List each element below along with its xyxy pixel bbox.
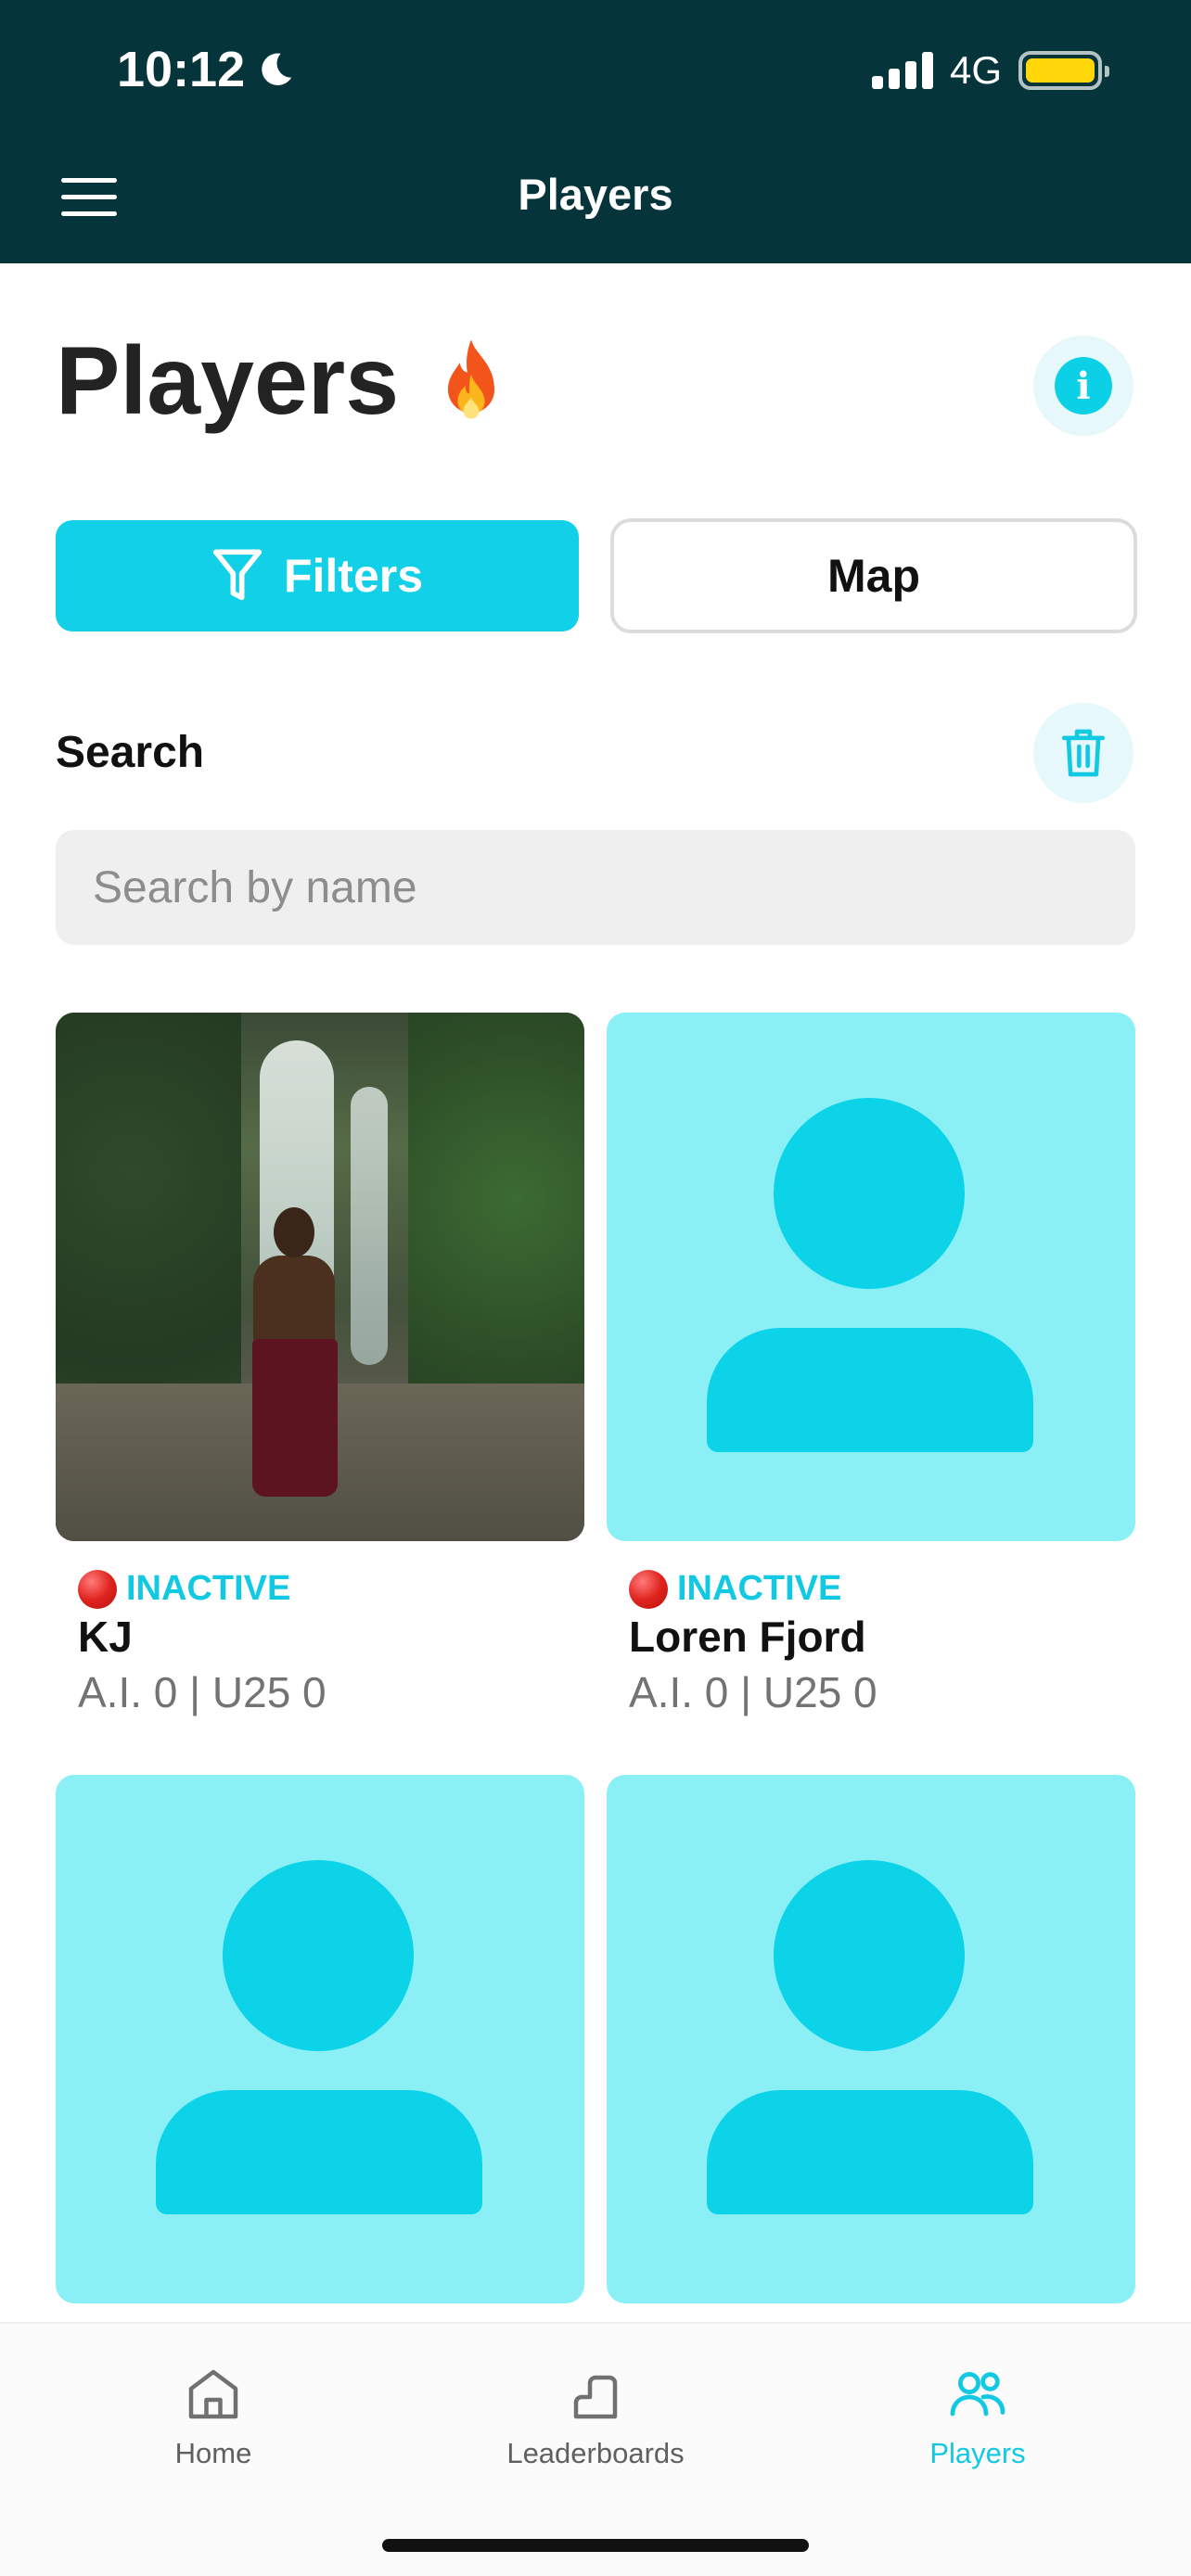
home-indicator[interactable] [382, 2539, 809, 2552]
person-icon-head [223, 1860, 414, 2051]
red-circle-icon [78, 1569, 117, 1609]
player-stats: A.I. 0 | U25 0 [78, 1668, 327, 1716]
users-icon [950, 2372, 1005, 2417]
fire-icon [448, 338, 495, 419]
player-name: Loren Fjord [629, 1613, 866, 1661]
filters-button[interactable]: Filters [56, 520, 579, 631]
stairs-icon [573, 2375, 618, 2419]
search-label: Search [56, 728, 205, 777]
bottom-tab-bar: Home Leaderboards Players [0, 2322, 1191, 2576]
filter-icon [212, 549, 263, 601]
red-circle-icon [629, 1569, 668, 1609]
player-card[interactable] [56, 1775, 584, 2303]
signal-icon [871, 52, 933, 89]
avatar-placeholder [607, 1775, 1135, 2303]
map-button[interactable]: Map [610, 518, 1137, 633]
tab-home-label: Home [174, 2437, 252, 2469]
person-icon-body [707, 2090, 1033, 2214]
avatar-placeholder [607, 1013, 1135, 1541]
person-icon-head [774, 1098, 965, 1289]
tab-leaderboards[interactable]: Leaderboards [456, 2361, 735, 2470]
tab-players[interactable]: Players [839, 2361, 1117, 2470]
avatar-placeholder [56, 1775, 584, 2303]
player-card[interactable]: INACTIVE KJ A.I. 0 | U25 0 [56, 1013, 584, 1716]
network-label: 4G [949, 48, 1002, 92]
player-status-text: INACTIVE [126, 1569, 291, 1608]
person-icon-head [774, 1860, 965, 2051]
player-status: INACTIVE [629, 1569, 841, 1609]
tab-players-label: Players [929, 2437, 1026, 2469]
person-icon-body [156, 2090, 482, 2214]
person-icon-body [707, 1328, 1033, 1452]
info-button[interactable]: i [1033, 336, 1133, 436]
status-time-text: 10:12 [117, 42, 246, 97]
trash-icon [1061, 729, 1106, 777]
tab-home[interactable]: Home [74, 2361, 352, 2470]
header-title: Players [518, 170, 673, 219]
battery-icon [1018, 51, 1109, 90]
map-label: Map [827, 550, 920, 602]
app-header: 10:12 4G Players [0, 0, 1191, 263]
player-name: KJ [78, 1613, 133, 1661]
tab-leaderboards-label: Leaderboards [506, 2437, 685, 2469]
screen: 10:12 4G Players Players i Filters Map S… [0, 0, 1191, 2576]
player-photo [56, 1013, 584, 1541]
player-card[interactable]: INACTIVE Loren Fjord A.I. 0 | U25 0 [607, 1013, 1135, 1716]
search-input[interactable] [56, 830, 1135, 945]
page-title: Players [56, 326, 510, 437]
info-icon: i [1055, 357, 1112, 414]
player-stats: A.I. 0 | U25 0 [629, 1668, 877, 1716]
clear-search-button[interactable] [1033, 703, 1133, 803]
status-indicators: 4G [871, 48, 1109, 93]
home-icon [188, 2369, 238, 2419]
moon-icon [262, 53, 292, 85]
player-card[interactable] [607, 1775, 1135, 2303]
page-title-text: Players [56, 327, 400, 435]
status-time: 10:12 [117, 41, 297, 98]
filters-label: Filters [283, 550, 424, 602]
player-status: INACTIVE [78, 1569, 290, 1609]
player-status-text: INACTIVE [677, 1569, 842, 1608]
